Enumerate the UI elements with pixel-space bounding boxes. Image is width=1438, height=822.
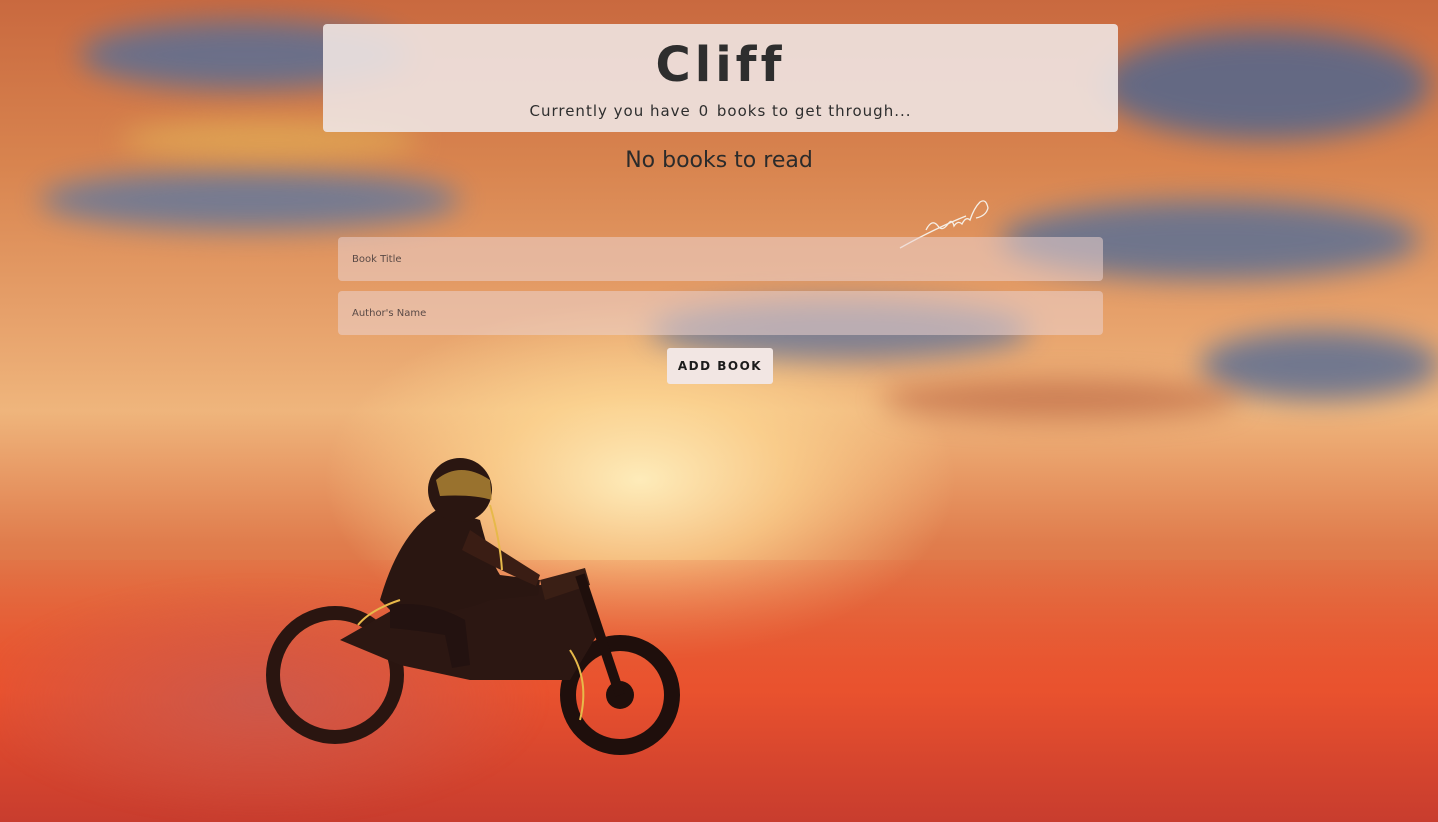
empty-list-message: No books to read [625,148,813,173]
cloud [1200,330,1438,400]
motorcycle-rider-illustration [266,458,680,755]
add-book-button[interactable]: ADD BOOK [667,348,773,384]
cloud [40,170,460,230]
book-count-summary: Currently you have 0 books to get throug… [323,102,1118,120]
book-count: 0 [698,102,710,120]
book-title-input[interactable] [338,237,1103,281]
summary-prefix: Currently you have [529,102,691,120]
cloud [1100,30,1430,140]
author-name-input[interactable] [338,291,1103,335]
cloud [880,380,1240,420]
page-title: Cliff [655,37,786,93]
header-card: Cliff Currently you have 0 books to get … [323,24,1118,132]
summary-suffix: books to get through... [716,102,912,120]
